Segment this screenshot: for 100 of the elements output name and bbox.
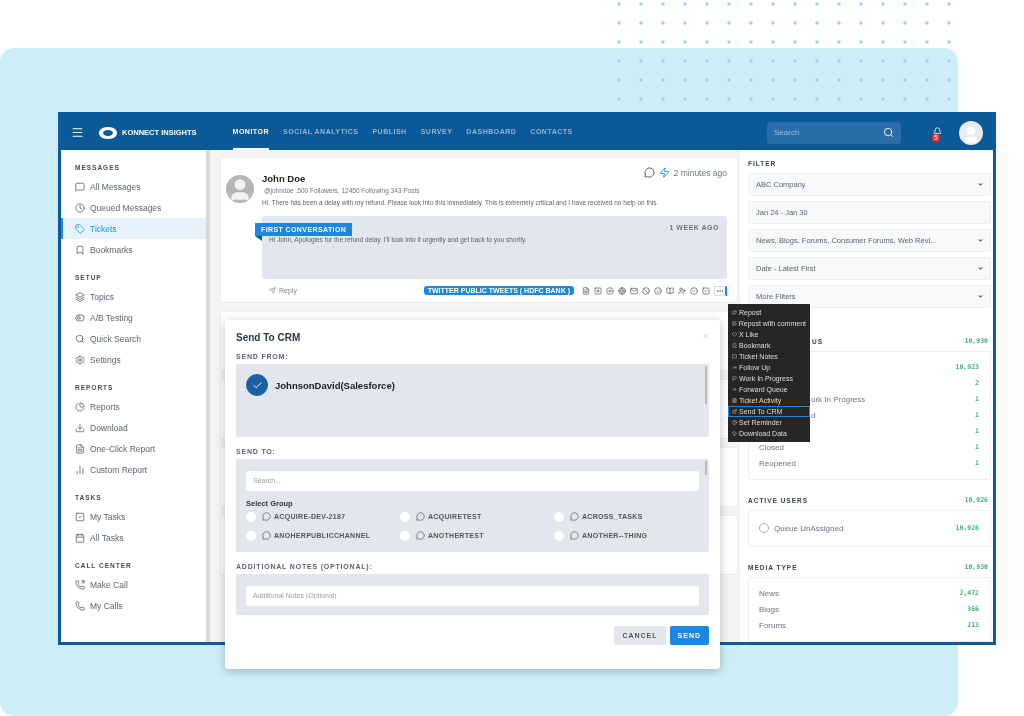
sidebar-item[interactable]: My Calls	[61, 595, 206, 616]
bookmark-icon	[732, 343, 737, 348]
stat-label: News	[759, 588, 779, 598]
person-silhouette-icon	[961, 124, 981, 145]
check-circle-icon[interactable]	[690, 286, 698, 295]
download-icon	[75, 422, 85, 433]
scrollbar[interactable]	[705, 461, 707, 475]
arrow-icon	[732, 387, 737, 392]
document-icon	[732, 398, 737, 403]
check-square-icon[interactable]	[702, 286, 710, 295]
chat-icon	[416, 512, 425, 521]
flag-icon	[732, 376, 737, 381]
dropdown-caret-icon	[977, 293, 984, 300]
cloud-download-icon	[732, 431, 737, 436]
sidebar-item[interactable]: One-Click Report	[61, 438, 206, 459]
bell-icon[interactable]	[933, 126, 942, 136]
settings-icon	[75, 354, 85, 365]
book-icon[interactable]	[666, 286, 674, 295]
stat-label: Queue UnAssigned	[774, 523, 844, 533]
radio-button[interactable]	[554, 530, 564, 541]
scrollbar[interactable]	[705, 366, 707, 404]
calendar-icon	[75, 532, 85, 543]
account-name: JohnsonDavid(Salesforce)	[275, 379, 395, 391]
add-user-icon[interactable]	[678, 286, 686, 295]
layers-icon	[75, 291, 85, 302]
menu-icon[interactable]	[71, 126, 84, 139]
dropdown-caret-icon	[977, 181, 984, 188]
sidebar-item[interactable]: Topics	[61, 286, 206, 307]
stat-label: Forums	[759, 620, 787, 630]
plus-square-icon[interactable]	[594, 286, 602, 295]
dropdown-caret-icon	[977, 265, 984, 272]
author-name: John Doe	[262, 173, 306, 184]
chat-icon[interactable]	[643, 167, 655, 178]
ban-icon[interactable]	[642, 286, 650, 295]
sidebar-item[interactable]: Download	[61, 417, 206, 438]
sidebar-item[interactable]: Reports	[61, 396, 206, 417]
radio-button[interactable]	[400, 511, 410, 522]
chat-icon	[262, 512, 271, 521]
sidebar-item[interactable]: Queued Messages	[61, 197, 206, 218]
sidebar-item[interactable]: Quick Search	[61, 328, 206, 349]
dialog-title: Send To CRM	[236, 332, 301, 343]
chat-icon	[570, 512, 579, 521]
close-button[interactable]	[702, 332, 710, 340]
external-link-icon	[732, 409, 737, 414]
heart-icon	[732, 332, 737, 337]
sidebar-item[interactable]: My Tasks	[61, 506, 206, 527]
radio-button[interactable]	[554, 511, 564, 522]
sidebar-item[interactable]: All Tasks	[61, 527, 206, 548]
radio-button[interactable]	[246, 511, 256, 522]
lightning-icon[interactable]	[658, 167, 670, 178]
close-icon	[702, 332, 710, 340]
more-button[interactable]	[714, 285, 727, 296]
chat-icon	[416, 531, 425, 540]
stat-label: d	[811, 410, 816, 420]
radio-button[interactable]	[246, 530, 256, 541]
smiley-icon[interactable]	[654, 286, 662, 295]
chat-icon	[262, 531, 271, 540]
search-field[interactable]: Search	[767, 121, 901, 144]
chat-icon	[570, 531, 579, 540]
stat-label: Closed	[759, 442, 784, 452]
repeat-icon	[732, 310, 737, 315]
sidebar-item[interactable]: A/B Testing	[61, 307, 206, 328]
dropdown-caret-icon	[977, 237, 984, 244]
phone-outgoing-icon	[75, 579, 85, 590]
user-avatar[interactable]	[959, 120, 983, 145]
tag-icon	[75, 223, 85, 234]
toggle-icon	[75, 312, 85, 323]
stat-label: Reopened	[759, 458, 796, 468]
sidebar-item[interactable]: Custom Report	[61, 459, 206, 480]
clock-icon	[75, 202, 85, 213]
forward-icon	[732, 365, 737, 370]
radio-button[interactable]	[400, 530, 410, 541]
radio-button[interactable]	[759, 523, 769, 533]
logo-icon	[98, 125, 118, 140]
bookmark-icon	[75, 244, 85, 255]
sidebar-item[interactable]: Make Call	[61, 574, 206, 595]
post-time: 2 minutes ago	[673, 167, 727, 178]
account-checkbox[interactable]	[246, 374, 268, 396]
checkbox-icon	[75, 511, 85, 522]
send-icon	[269, 287, 276, 294]
chat-icon	[75, 181, 85, 192]
sidebar-item[interactable]: All Messages	[61, 176, 206, 197]
edit-icon	[732, 321, 737, 326]
bar-chart-icon	[75, 464, 85, 475]
plus-circle-icon[interactable]	[606, 286, 614, 295]
ribbon-fold-icon	[255, 235, 262, 241]
note-icon	[732, 354, 737, 359]
stat-label: ork In Progress	[811, 394, 866, 404]
sidebar-item[interactable]: Settings	[61, 349, 206, 370]
stat-label: Blogs	[759, 604, 779, 614]
search-icon[interactable]	[883, 126, 894, 138]
document-icon[interactable]	[582, 286, 590, 295]
document-icon	[75, 443, 85, 454]
phone-icon	[75, 600, 85, 611]
search-icon	[75, 333, 85, 344]
mail-icon[interactable]	[630, 286, 638, 295]
globe-icon[interactable]	[618, 286, 626, 295]
sidebar-item[interactable]: Bookmarks	[61, 239, 206, 260]
check-icon	[251, 379, 263, 391]
clock-icon	[732, 420, 737, 425]
